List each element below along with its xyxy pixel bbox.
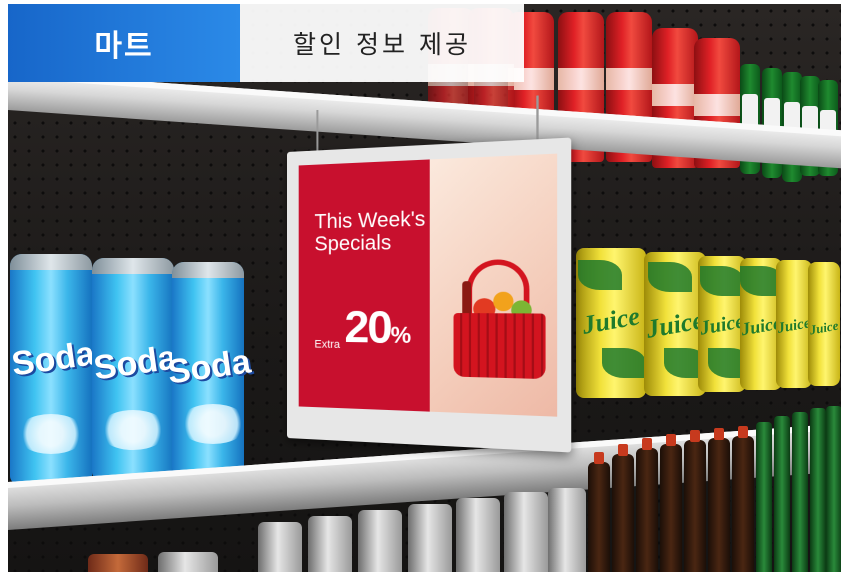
extra-label: Extra xyxy=(314,338,340,351)
signage-headline: This Week's Specials xyxy=(314,208,438,256)
soda-can: Soda xyxy=(92,258,174,480)
signage-frame: This Week's Specials Extra 20% xyxy=(287,138,571,453)
page-title: 할인 정보 제공 xyxy=(293,25,471,61)
title-banner: 할인 정보 제공 xyxy=(240,4,524,82)
headline-line-2: Specials xyxy=(314,231,438,256)
digital-signage-display: This Week's Specials Extra 20% xyxy=(287,138,571,453)
discount-value: 20 xyxy=(344,302,390,353)
shopping-basket-icon xyxy=(454,259,546,379)
soda-can-label: Soda xyxy=(164,342,255,393)
juice-can: Juice xyxy=(576,248,646,398)
category-badge: 마트 xyxy=(8,4,240,82)
juice-can-label: Juice xyxy=(574,300,648,342)
discount-percent: 20% xyxy=(344,302,411,354)
signage-screen: This Week's Specials Extra 20% xyxy=(299,154,557,417)
soda-can: Soda xyxy=(172,262,244,474)
juice-can-label: Juice xyxy=(807,317,841,338)
category-label: 마트 xyxy=(94,21,153,65)
discount-symbol: % xyxy=(391,322,412,348)
store-shelf-photo: Soda Soda Soda Juice Juice Juice Juice J… xyxy=(8,4,841,572)
soda-can: Soda xyxy=(10,254,92,484)
headline-line-1: This Week's xyxy=(314,208,438,234)
juice-can: Juice xyxy=(808,262,840,386)
